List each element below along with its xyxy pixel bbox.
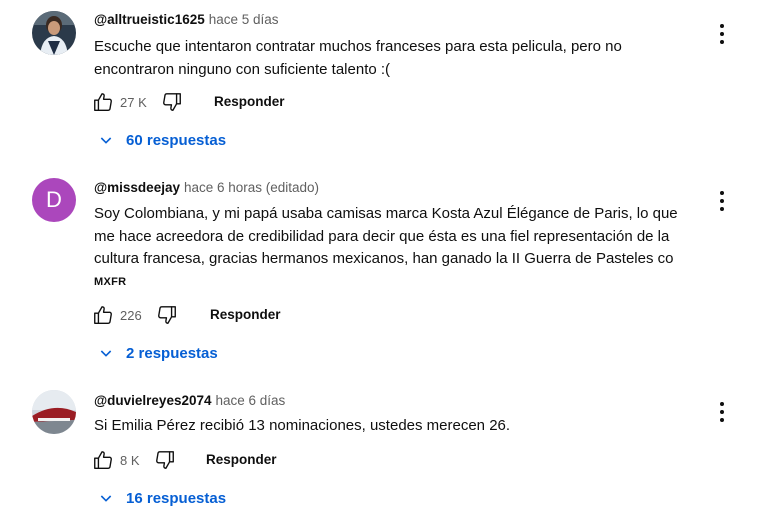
like-button[interactable] [90, 447, 116, 473]
comment-text-line: encontraron ninguno con suficiente talen… [94, 60, 391, 78]
thumbs-up-icon [94, 451, 112, 469]
avatar[interactable] [32, 390, 76, 434]
more-vert-icon[interactable] [712, 189, 732, 213]
view-replies-button[interactable]: 60 respuestas [98, 128, 226, 152]
thumbs-up-icon [94, 306, 112, 324]
thumbs-down-icon [157, 306, 176, 324]
dislike-button[interactable] [152, 447, 178, 473]
comment-text: Escuche que intentaron contratar muchos … [94, 36, 710, 81]
comment-actions: 8 K Responder [90, 447, 277, 473]
more-vert-icon[interactable] [712, 400, 732, 424]
reply-button[interactable]: Responder [214, 94, 285, 109]
avatar[interactable] [32, 11, 76, 55]
comment-time[interactable]: hace 5 días [209, 12, 279, 27]
comment-author[interactable]: @alltrueistic1625 [94, 12, 205, 27]
comment-text-line: Si Emilia Pérez recibió 13 nominaciones,… [94, 417, 511, 434]
thumbs-down-icon [162, 93, 181, 111]
more-vert-icon[interactable] [712, 22, 732, 46]
like-count: 8 K [120, 452, 140, 468]
like-button[interactable] [90, 302, 116, 328]
chevron-down-icon [100, 137, 112, 144]
comment-header: @alltrueistic1625 hace 5 días [94, 12, 279, 27]
comment-text-line: cultura francesa, gracias hermanos mexic… [94, 250, 674, 267]
thumbs-down-icon [155, 451, 174, 469]
chevron-down-icon [100, 350, 112, 357]
dislike-button[interactable] [154, 302, 180, 328]
like-count: 27 K [120, 94, 147, 110]
thumbs-up-icon [94, 93, 112, 111]
view-replies-button[interactable]: 2 respuestas [98, 341, 218, 365]
avatar-letter: D [46, 187, 62, 212]
comment-text-line: Escuche que intentaron contratar muchos … [94, 38, 622, 55]
replies-count-label: 16 respuestas [126, 489, 227, 507]
reply-button[interactable]: Responder [210, 307, 281, 322]
comment-text-line: me hace acreedora de credibilidad para d… [94, 227, 670, 245]
comment-text: Si Emilia Pérez recibió 13 nominaciones,… [94, 415, 710, 438]
comment-header: @duvielreyes2074 hace 6 días [94, 393, 285, 408]
replies-count-label: 2 respuestas [126, 344, 218, 362]
replies-count-label: 60 respuestas [126, 131, 227, 149]
comment-text-line: Soy Colombiana, y mi papá usaba camisas … [94, 205, 678, 222]
comment-time[interactable]: hace 6 días [216, 393, 286, 408]
comment-text: Soy Colombiana, y mi papá usaba camisas … [94, 203, 714, 271]
dislike-button[interactable] [159, 89, 185, 115]
comment-actions: 226 Responder [90, 302, 281, 328]
comment-author[interactable]: @missdeejay [94, 180, 180, 195]
comment-author[interactable]: @duvielreyes2074 [94, 393, 212, 408]
comment-actions: 27 K Responder [90, 89, 285, 115]
comment-header: @missdeejay hace 6 horas (editado) [94, 180, 319, 195]
comment-time[interactable]: hace 6 horas (editado) [184, 180, 319, 195]
translation-tag: MXFR [94, 276, 127, 288]
view-replies-button[interactable]: 16 respuestas [98, 486, 226, 509]
chevron-down-icon [100, 495, 112, 502]
avatar[interactable]: D [32, 178, 76, 222]
reply-button[interactable]: Responder [206, 452, 277, 467]
like-count: 226 [120, 307, 142, 323]
like-button[interactable] [90, 89, 116, 115]
